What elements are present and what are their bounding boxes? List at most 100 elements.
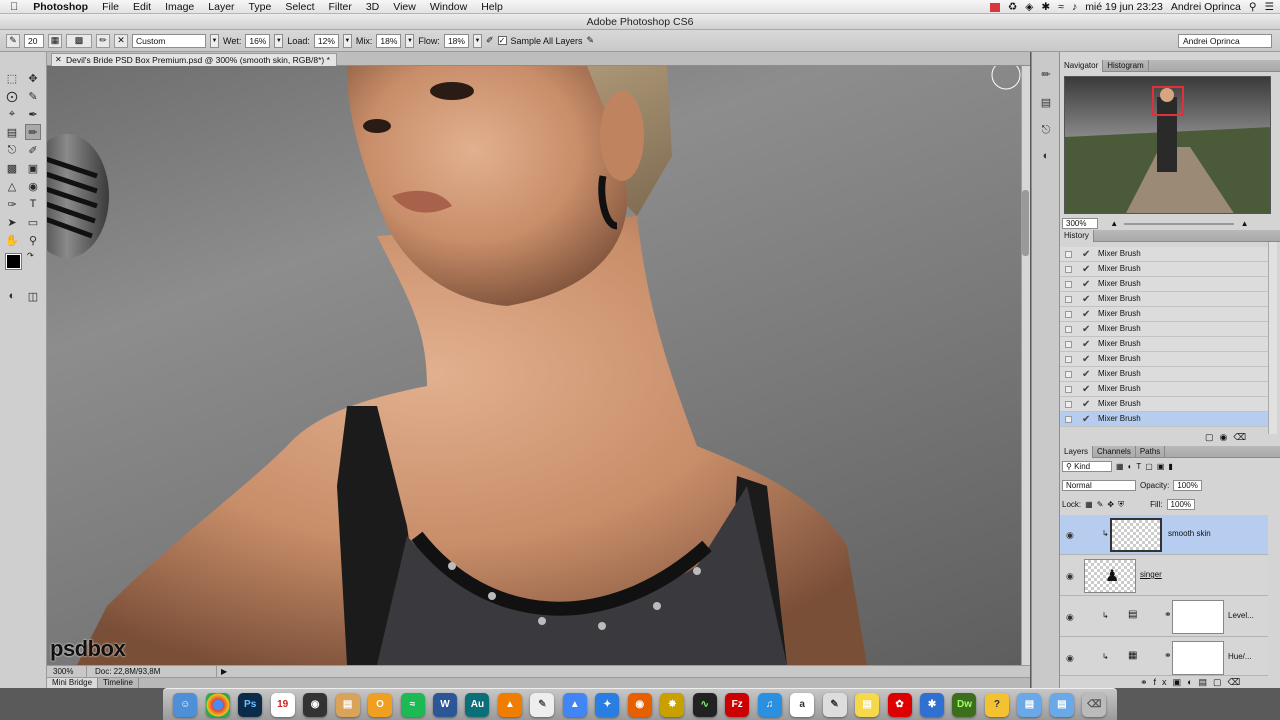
firefox-icon[interactable]: ◉	[627, 692, 652, 717]
adjustments-icon[interactable]: ◐	[1039, 150, 1053, 164]
layer-name[interactable]: Level...	[1228, 611, 1254, 620]
blend-mode-select[interactable]: Normal	[1062, 480, 1136, 491]
folder-icon[interactable]: ▤	[1049, 692, 1074, 717]
visibility-eye-icon[interactable]: ◉	[1066, 653, 1074, 664]
opacity-field[interactable]: 100%	[1173, 480, 1202, 491]
drive-icon[interactable]: ▲	[562, 692, 587, 717]
brush-presets-icon[interactable]: ▤	[1039, 96, 1053, 110]
mixer-brush-panel-icon[interactable]: ✏	[1039, 68, 1053, 82]
menu-view[interactable]: View	[386, 1, 423, 13]
foreground-color-swatch[interactable]	[5, 253, 22, 270]
illustrator-icon[interactable]: ✸	[660, 692, 685, 717]
history-checkbox[interactable]	[1065, 281, 1072, 288]
navigator-zoom-slider[interactable]	[1124, 222, 1235, 225]
clock[interactable]: mié 19 jun 23:23	[1085, 1, 1163, 13]
workspace-select[interactable]: Andrei Oprinca	[1178, 34, 1272, 48]
history-checkbox[interactable]	[1065, 356, 1072, 363]
menu-app-name[interactable]: Photoshop	[26, 1, 95, 13]
dodge-tool-icon[interactable]: ◉	[25, 178, 41, 194]
menu-filter[interactable]: Filter	[322, 1, 359, 13]
mixer-brush-tool-icon[interactable]: ✎	[6, 33, 20, 48]
history-checkbox[interactable]	[1065, 266, 1072, 273]
itunes-icon[interactable]: ♫	[757, 692, 782, 717]
trash-icon[interactable]: ⌫	[1082, 692, 1107, 717]
notifications-icon[interactable]: ☰	[1265, 1, 1274, 13]
zoom-out-icon[interactable]: ▲	[1110, 219, 1118, 228]
layer-name[interactable]: smooth skin	[1168, 529, 1211, 538]
lock-all-icon[interactable]: ⛨	[1118, 500, 1124, 510]
menu-image[interactable]: Image	[158, 1, 201, 13]
link-layers-icon[interactable]: ⚭	[1140, 677, 1154, 687]
add-mask-icon[interactable]: ▣	[1173, 677, 1188, 687]
menu-help[interactable]: Help	[474, 1, 510, 13]
stickies-icon[interactable]: ▤	[855, 692, 880, 717]
move-tool-icon[interactable]: ✥	[25, 70, 41, 86]
menu-layer[interactable]: Layer	[201, 1, 241, 13]
history-checkbox[interactable]	[1065, 251, 1072, 258]
tab-paths[interactable]: Paths	[1136, 446, 1166, 458]
dropbox-icon[interactable]: ◈	[1025, 1, 1033, 13]
spotify-icon[interactable]: ≈	[400, 692, 425, 717]
mask-link-icon[interactable]: ⚭	[1164, 650, 1172, 661]
gradient-tool-icon[interactable]: ▣	[25, 160, 41, 176]
brush-panel-icon[interactable]: ▦	[48, 33, 62, 48]
layer-row-levels[interactable]: ◉ ↳ ▤ ⚭ Level...	[1060, 597, 1268, 637]
script-icon[interactable]: ✎	[530, 692, 555, 717]
filter-kind-select[interactable]: ⚲ Kind	[1062, 461, 1112, 472]
clean-brush-icon[interactable]: ✕	[114, 33, 128, 48]
visibility-eye-icon[interactable]: ◉	[1066, 571, 1074, 582]
wifi-icon[interactable]: ≈	[1058, 1, 1064, 13]
new-layer-icon[interactable]: ▢	[1213, 677, 1228, 687]
new-document-icon[interactable]: ▢	[1205, 432, 1220, 442]
lock-transparency-icon[interactable]: ▦	[1085, 500, 1093, 509]
calendar-icon[interactable]: 19	[270, 692, 295, 717]
menu-window[interactable]: Window	[423, 1, 474, 13]
sample-all-layers-checkbox[interactable]: ✓	[497, 36, 507, 45]
history-item[interactable]: ✔ Mixer Brush	[1060, 292, 1268, 307]
history-item[interactable]: ✔ Mixer Brush	[1060, 382, 1268, 397]
word-icon[interactable]: W	[432, 692, 457, 717]
tab-history[interactable]: History	[1060, 230, 1094, 242]
safari-icon[interactable]: ✦	[595, 692, 620, 717]
activity-monitor-icon[interactable]: ∿	[692, 692, 717, 717]
layer-row-smooth-skin[interactable]: ◉ ↳ smooth skin	[1060, 515, 1268, 555]
finder-icon[interactable]: ☺	[173, 692, 198, 717]
status-zoom[interactable]: 300%	[47, 666, 87, 677]
user-name[interactable]: Andrei Oprinca	[1171, 1, 1241, 13]
history-item-selected[interactable]: ✔ Mixer Brush	[1060, 412, 1268, 427]
type-tool-icon[interactable]: T	[25, 196, 41, 212]
wet-dropdown-icon[interactable]: ▼	[274, 33, 284, 48]
lasso-tool-icon[interactable]: ⨀	[4, 88, 20, 104]
tab-navigator[interactable]: Navigator	[1060, 60, 1104, 72]
history-checkbox[interactable]	[1065, 326, 1072, 333]
volume-icon[interactable]: ♪	[1072, 1, 1077, 13]
history-item[interactable]: ✔ Mixer Brush	[1060, 367, 1268, 382]
dictionary-icon[interactable]: a	[790, 692, 815, 717]
mix-field[interactable]: 18%	[376, 33, 402, 48]
history-item[interactable]: ✔ Mixer Brush	[1060, 307, 1268, 322]
menu-3d[interactable]: 3D	[359, 1, 386, 13]
history-checkbox[interactable]	[1065, 386, 1072, 393]
new-adjustment-icon[interactable]: ◐	[1187, 677, 1198, 687]
tab-histogram[interactable]: Histogram	[1103, 60, 1149, 72]
fill-field[interactable]: 100%	[1166, 499, 1196, 510]
history-item[interactable]: ✔ Mixer Brush	[1060, 352, 1268, 367]
document-tab[interactable]: ✕ Devil's Bride PSD Box Premium.psd @ 30…	[51, 53, 337, 66]
filter-pixel-icon[interactable]: ▦	[1116, 462, 1124, 471]
canvas-vertical-scrollbar[interactable]	[1021, 66, 1030, 665]
delete-layer-icon[interactable]: ⌫	[1228, 677, 1247, 687]
document-canvas[interactable]	[47, 66, 1021, 665]
airbrush-icon[interactable]: ✐	[486, 35, 494, 46]
pressure-icon[interactable]: ✎	[587, 35, 595, 46]
load-brush-icon[interactable]: ✏	[96, 33, 110, 48]
filter-adjustment-icon[interactable]: ◐	[1128, 462, 1133, 471]
history-checkbox[interactable]	[1065, 341, 1072, 348]
status-menu-icon[interactable]: ▶	[217, 666, 227, 677]
history-checkbox[interactable]	[1065, 401, 1072, 408]
trash-icon[interactable]: ⌫	[1233, 432, 1252, 442]
fx-icon[interactable]: fx	[1154, 677, 1173, 687]
shape-tool-icon[interactable]: ▭	[25, 214, 41, 230]
hand-tool-icon[interactable]: ✋	[4, 232, 20, 248]
tab-layers[interactable]: Layers	[1060, 446, 1094, 458]
dreamweaver-icon[interactable]: Dw	[952, 692, 977, 717]
